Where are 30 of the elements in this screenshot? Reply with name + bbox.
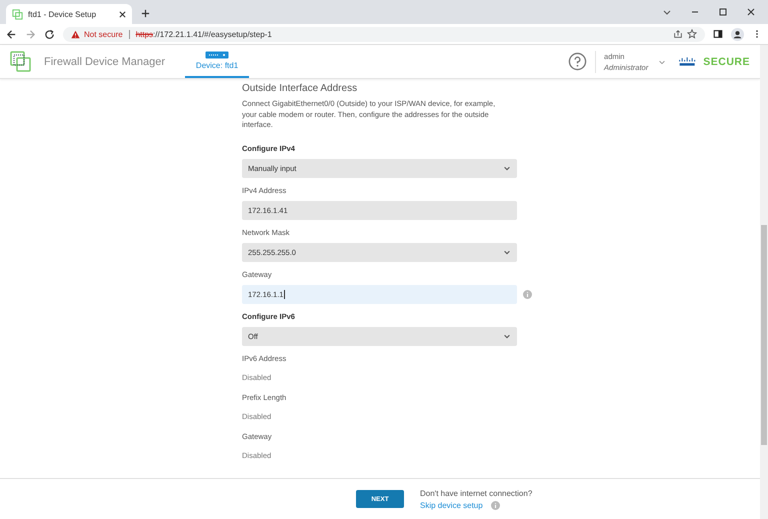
security-label: Not secure <box>84 30 123 38</box>
browser-tab[interactable]: ftd1 - Device Setup <box>6 4 132 24</box>
squares-icon <box>12 8 23 20</box>
chevron-down-icon <box>503 332 511 340</box>
share-icon[interactable] <box>673 29 683 39</box>
url-text: https://172.21.1.41/#/easysetup/step-1 <box>136 30 272 38</box>
back-arrow-icon[interactable] <box>6 28 17 40</box>
star-icon[interactable] <box>687 29 697 39</box>
plus-icon[interactable] <box>141 9 150 18</box>
profile-icon[interactable] <box>731 28 744 40</box>
warning-icon <box>71 30 80 38</box>
device-icon <box>205 51 230 59</box>
close-icon[interactable] <box>746 7 756 17</box>
brand-label: SECURE <box>703 56 750 68</box>
section-title: Outside Interface Address <box>242 83 358 94</box>
app-title: Firewall Device Manager <box>44 56 166 68</box>
chevron-down-icon <box>503 164 511 172</box>
skip-setup-link[interactable]: Skip device setup <box>420 500 483 510</box>
help-icon[interactable] <box>568 52 588 71</box>
side-panel-icon[interactable] <box>713 29 723 39</box>
close-icon[interactable] <box>119 10 126 18</box>
chevron-down-icon <box>503 248 511 256</box>
scrollbar[interactable] <box>760 45 768 519</box>
no-connection-text: Don't have internet connection? <box>420 488 532 498</box>
squares-logo-icon <box>10 50 32 72</box>
reload-icon[interactable] <box>44 28 55 40</box>
tab-title: ftd1 - Device Setup <box>28 10 98 18</box>
device-tab[interactable]: Device: ftd1 <box>185 45 250 78</box>
maximize-icon[interactable] <box>718 7 728 17</box>
address-field[interactable]: Not secure https://172.21.1.41/#/easysetup/step-1 <box>63 26 705 42</box>
